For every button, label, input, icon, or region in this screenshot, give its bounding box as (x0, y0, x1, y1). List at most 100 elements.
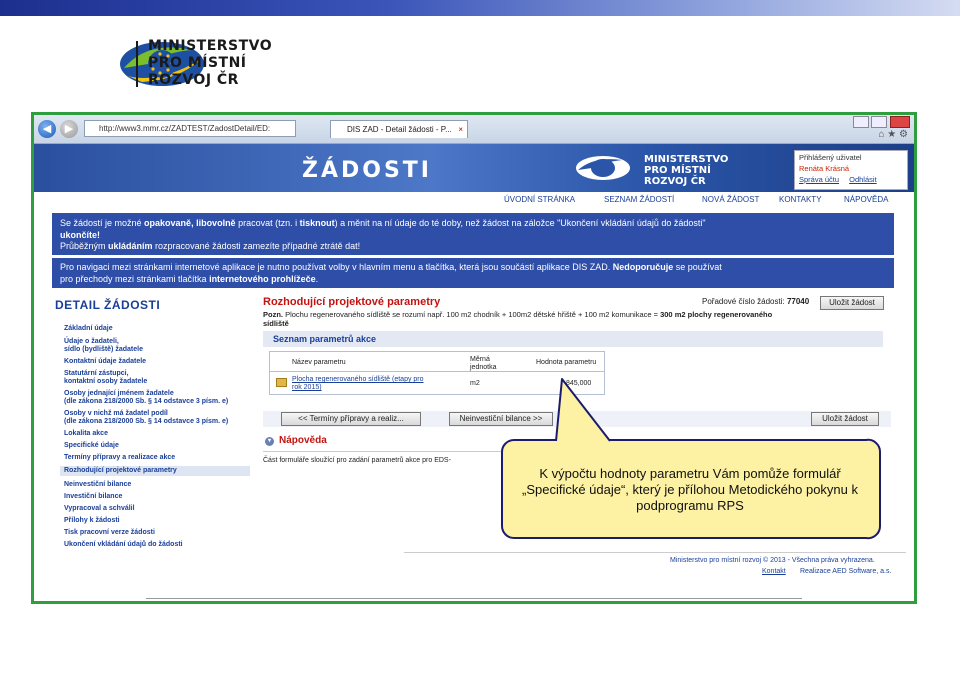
sidebar-item-attachments[interactable]: Přílohy k žádosti (64, 517, 120, 525)
info-panel-navigation: Pro navigaci mezi stránkami internetové … (52, 258, 894, 288)
footer-divider (404, 552, 906, 553)
menu-item-new[interactable]: NOVÁ ŽÁDOST (702, 193, 759, 207)
user-box-title: Přihlášený uživatel (799, 153, 862, 162)
footer-contact-link[interactable]: Kontakt (762, 568, 786, 575)
menu-item-list[interactable]: SEZNAM ŽÁDOSTÍ (604, 193, 674, 207)
sidebar-item-statutory[interactable]: Statutární zástupci, (64, 370, 129, 378)
minimize-icon[interactable] (852, 116, 869, 128)
info-text: pracovat (tzn. i (235, 218, 300, 228)
info-text-bold: ukládáním (108, 241, 153, 251)
banner-logo-line: ROZVOJ ČR (644, 176, 706, 187)
page-title: Rozhodující projektové parametry (263, 296, 441, 308)
back-icon[interactable]: ◀ (38, 120, 56, 138)
menu-item-home[interactable]: ÚVODNÍ STRÁNKA (504, 193, 575, 207)
url-text: http://www3.mmr.cz/ZADTEST/ZadostDetail/… (99, 124, 271, 133)
banner-logo-line: MINISTERSTVO (644, 154, 729, 165)
column-header: Hodnota parametru (536, 359, 597, 366)
section-header: Seznam parametrů akce (263, 331, 883, 347)
parameter-unit: m2 (470, 380, 480, 387)
info-text: se používat (673, 262, 722, 272)
help-toggle-icon[interactable]: ▾ (265, 437, 274, 446)
help-title: Nápověda (279, 435, 327, 446)
sidebar-item-noninvest[interactable]: Neinvestiční bilance (64, 481, 131, 489)
sidebar-item-print[interactable]: Tisk pracovní verze žádosti (64, 529, 155, 537)
info-text-bold: ukončíte! (60, 229, 101, 240)
sidebar-item-acting-persons[interactable]: Osoby jednající jménem žadatele (64, 390, 174, 398)
previous-page-button[interactable]: << Termíny přípravy a realiz... (281, 412, 421, 426)
tab-title: DIS ZAD - Detail žádosti - P... (347, 125, 452, 134)
info-text-bold: Nedoporučuje (612, 262, 674, 272)
callout-text: K výpočtu hodnoty parametru Vám pomůže f… (502, 466, 878, 514)
save-button[interactable]: Uložit žádost (820, 296, 884, 310)
note-emphasis: sídliště (263, 319, 289, 328)
order-value: 77040 (786, 297, 810, 306)
sidebar-item-share-persons[interactable]: (dle zákona 218/2000 Sb. § 14 odstavce 3… (64, 418, 228, 426)
sidebar-item-basic[interactable]: Základní údaje (64, 325, 113, 333)
sidebar-item-terms[interactable]: Termíny přípravy a realizace akce (64, 454, 175, 462)
banner-logo-text: MINISTERSTVO PRO MÍSTNÍ ROZVOJ ČR (644, 154, 728, 187)
window-controls (852, 116, 910, 130)
callout-line: „Specifické údaje“, který je přílohou Me… (521, 482, 858, 497)
sidebar-item-share-persons[interactable]: Osoby v nichž má žadatel podíl (64, 410, 168, 418)
close-window-icon[interactable] (890, 116, 910, 128)
parameter-name-line: Plocha regenerovaného sídliště (etapy pr… (292, 376, 424, 383)
note-body: Plochu regenerovaného sídliště se rozumí… (283, 310, 661, 319)
info-text: rozpracované žádosti zamezíte případné z… (152, 241, 361, 251)
maximize-icon[interactable] (871, 116, 888, 128)
sidebar-item-parameters[interactable]: Rozhodující projektové parametry (60, 466, 250, 476)
detail-sidebar: DETAIL ŽÁDOSTI Základní údaje Údaje o ža… (52, 293, 254, 555)
sidebar-item-applicant[interactable]: sídlo (bydliště) žadatele (64, 346, 143, 354)
parameter-name-link[interactable]: Plocha regenerovaného sídliště (etapy pr… (292, 376, 424, 392)
home-icon[interactable]: ⌂ (878, 129, 884, 140)
sidebar-item-locality[interactable]: Lokalita akce (64, 430, 108, 438)
info-text-bold: internetového prohlížeče (209, 273, 316, 284)
logout-link[interactable]: Odhlásit (849, 175, 877, 184)
info-text: Pro navigaci mezi stránkami internetové … (60, 262, 613, 272)
menu-item-contacts[interactable]: KONTAKTY (779, 193, 822, 207)
sidebar-item-contacts[interactable]: Kontaktní údaje žadatele (64, 358, 146, 366)
help-text: Část formuláře sloužící pro zadání param… (263, 457, 451, 464)
info-text: Se žádostí je možné (60, 218, 145, 228)
slide-top-bar (0, 0, 960, 16)
info-text-bold: opakovaně, libovolně (144, 218, 236, 228)
next-page-button[interactable]: Neinvestiční bilance >> (449, 412, 553, 426)
parameter-value: 845,000 (566, 380, 592, 387)
parameters-table: Název parametru Měrná jednotka Hodnota p… (269, 351, 605, 395)
sidebar-item-statutory[interactable]: kontaktní osoby žadatele (64, 378, 147, 386)
sidebar-title: DETAIL ŽÁDOSTI (55, 298, 161, 312)
footer-copyright: Ministerstvo pro místní rozvoj © 2013 - … (670, 557, 875, 564)
forward-icon[interactable]: ▶ (60, 120, 78, 138)
sidebar-item-invest[interactable]: Investiční bilance (64, 493, 122, 501)
sidebar-item-acting-persons[interactable]: (dle zákona 218/2000 Sb. § 14 odstavce 3… (64, 398, 228, 406)
menu-item-help[interactable]: NÁPOVĚDA (844, 193, 888, 207)
ministry-name-line: ROZVOJ ČR (148, 72, 239, 88)
favorites-icon[interactable]: ★ (887, 129, 896, 140)
sidebar-item-specific[interactable]: Specifické údaje (64, 442, 119, 450)
app-title: ŽÁDOSTI (302, 158, 432, 183)
page-bottom-line (146, 598, 802, 599)
column-header-line: Měrná (470, 356, 490, 363)
logo-separator (136, 41, 138, 87)
order-number: Pořadové číslo žádosti: 77040 (702, 297, 809, 306)
sidebar-item-prepared[interactable]: Vypracoval a schválil (64, 505, 135, 513)
edit-icon[interactable] (276, 378, 287, 387)
callout-line: K výpočtu hodnoty parametru Vám pomůže f… (539, 466, 841, 481)
parameter-name-line: rok 2015) (292, 384, 322, 391)
account-settings-link[interactable]: Správa účtu (799, 175, 839, 184)
info-panel-editing: Se žádostí je možné opakovaně, libovolně… (52, 213, 894, 255)
app-banner: ŽÁDOSTI MINISTERSTVO PRO MÍSTNÍ ROZVOJ Č… (34, 144, 914, 192)
note-emphasis: 300 m2 plochy regenerovaného (660, 310, 773, 319)
user-name: Renáta Krásná (799, 164, 850, 173)
footer-realization: Realizace AED Software, a.s. (800, 568, 892, 575)
column-header: Název parametru (292, 359, 346, 366)
save-button-bottom[interactable]: Uložit žádost (811, 412, 879, 426)
address-bar[interactable]: http://www3.mmr.cz/ZADTEST/ZadostDetail/… (84, 120, 296, 137)
sidebar-item-finish[interactable]: Ukončení vkládání údajů do žádosti (64, 541, 183, 549)
tab-close-icon[interactable]: × (458, 121, 463, 138)
user-box: Přihlášený uživatel Renáta Krásná Správa… (794, 150, 908, 190)
browser-tab[interactable]: DIS ZAD - Detail žádosti - P... × (330, 120, 468, 138)
gear-icon[interactable]: ⚙ (899, 129, 908, 140)
info-text: . (315, 273, 319, 284)
sidebar-item-applicant[interactable]: Údaje o žadateli, (64, 338, 119, 346)
banner-logo-icon (576, 156, 630, 180)
